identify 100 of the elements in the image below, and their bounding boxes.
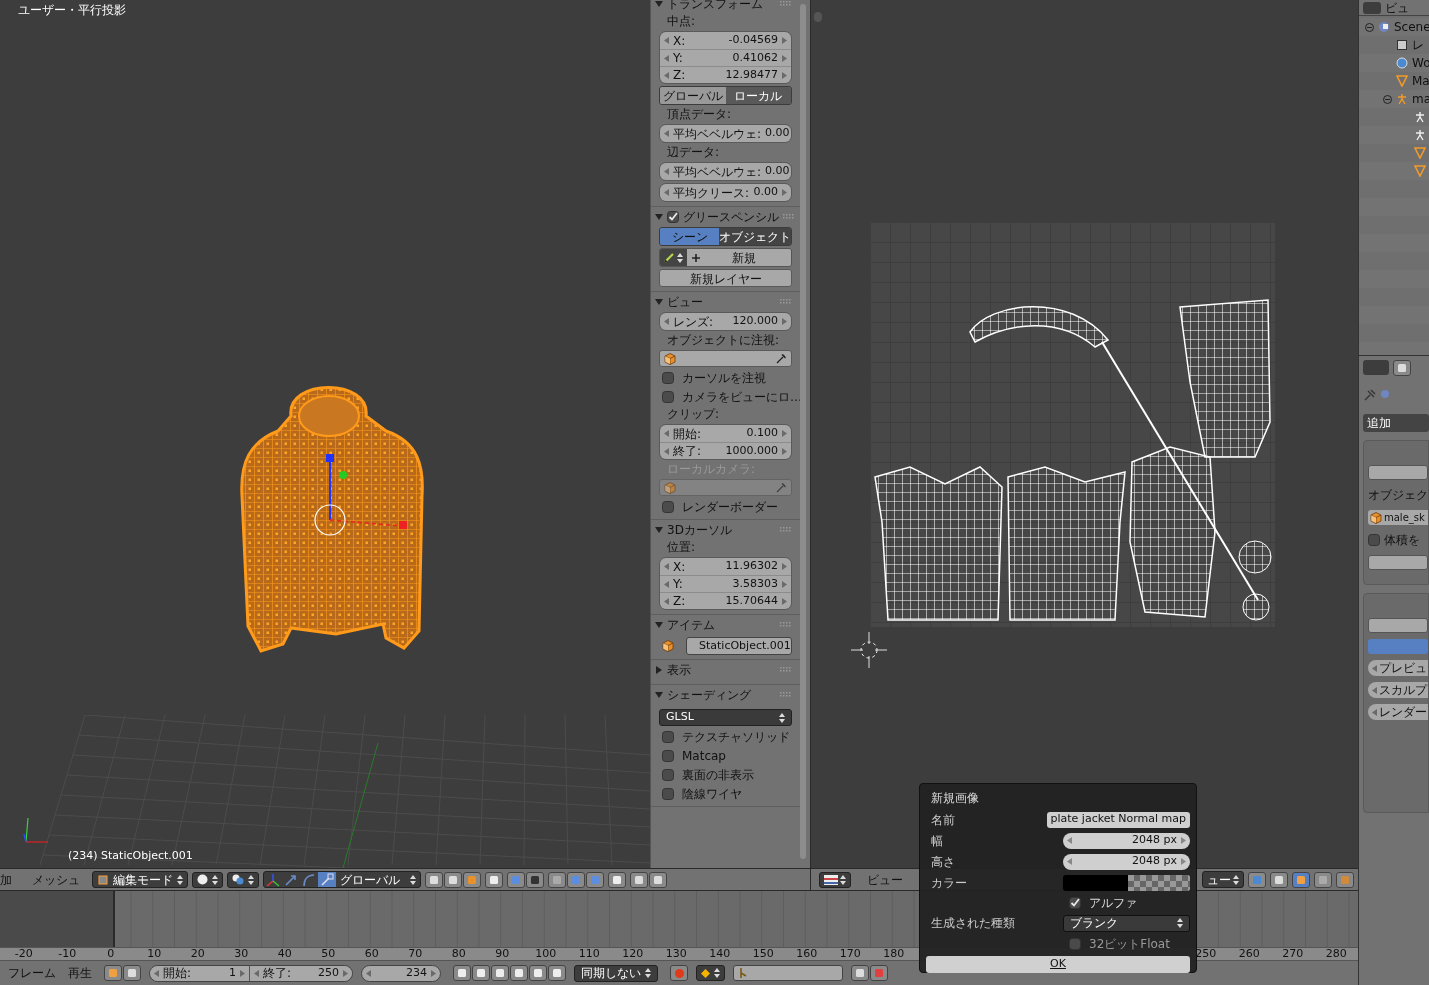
- menu-item[interactable]: フレーム: [8, 964, 60, 982]
- drag-grip-icon[interactable]: [780, 299, 792, 305]
- decrement-arrow-icon[interactable]: [1372, 708, 1377, 716]
- outliner-item[interactable]: Scene: [1394, 18, 1429, 36]
- drag-grip-icon[interactable]: [780, 527, 792, 533]
- increment-arrow-icon[interactable]: [782, 580, 787, 588]
- decrement-arrow-icon[interactable]: [1372, 686, 1377, 694]
- number-field[interactable]: 終了: 1000.000: [660, 442, 791, 459]
- menu-item[interactable]: ビュー: [859, 870, 911, 889]
- decrement-arrow-icon[interactable]: [1067, 858, 1072, 865]
- decrement-arrow-icon[interactable]: [664, 71, 669, 79]
- panel-header[interactable]: ビュー: [651, 292, 800, 312]
- number-field[interactable]: Y: 3.58303: [660, 575, 791, 592]
- number-field[interactable]: レンズ: 120.000: [660, 313, 791, 330]
- view-select[interactable]: ュー: [1202, 871, 1244, 888]
- drag-grip-icon[interactable]: [780, 1, 792, 7]
- increment-arrow-icon[interactable]: [782, 563, 787, 570]
- keying-select[interactable]: [696, 965, 725, 981]
- toggle-tab[interactable]: オブジェクト: [719, 228, 791, 245]
- decrement-arrow-icon[interactable]: [664, 430, 669, 437]
- keying-set-field[interactable]: [733, 965, 843, 981]
- vertex-group-field[interactable]: [1368, 555, 1428, 570]
- increment-arrow-icon[interactable]: [782, 447, 787, 455]
- shading-mode-select[interactable]: [192, 871, 223, 888]
- pivot-select[interactable]: [227, 871, 259, 888]
- checkbox[interactable]: [662, 371, 674, 384]
- checkbox[interactable]: [1069, 937, 1081, 950]
- decrement-arrow-icon[interactable]: [664, 54, 669, 62]
- text-field[interactable]: plate jacket Normal map: [1046, 811, 1190, 828]
- decrement-arrow-icon[interactable]: [664, 189, 669, 196]
- toggle-tab[interactable]: ローカル: [725, 87, 791, 104]
- new-layer-button[interactable]: 新規レイヤー: [659, 269, 792, 287]
- mode-select[interactable]: 編集モード: [92, 871, 188, 888]
- checkbox[interactable]: [662, 730, 674, 743]
- region-toggle-icon[interactable]: [814, 12, 822, 22]
- number-field[interactable]: 平均クリース: 0.00: [660, 184, 791, 201]
- collapse-toggle-icon[interactable]: [1383, 94, 1392, 104]
- increment-arrow-icon[interactable]: [782, 430, 787, 437]
- checkbox[interactable]: [662, 390, 674, 403]
- object-name-field[interactable]: StaticObject.001: [686, 637, 792, 655]
- collapse-toggle-icon[interactable]: [1365, 22, 1374, 32]
- number-field[interactable]: スカルプ: [1368, 682, 1428, 698]
- decrement-arrow-icon[interactable]: [664, 580, 669, 588]
- checkbox[interactable]: [662, 749, 674, 762]
- selected-toggle[interactable]: [1368, 639, 1428, 654]
- panel-header[interactable]: 3Dカーソル: [651, 520, 800, 540]
- outliner-item[interactable]: レ: [1412, 36, 1424, 54]
- drag-grip-icon[interactable]: [780, 622, 792, 628]
- menu-item[interactable]: メッシュ: [24, 870, 88, 889]
- scrollbar[interactable]: [800, 4, 806, 859]
- number-field[interactable]: 開始: 0.100: [660, 425, 791, 442]
- number-field[interactable]: 2048 px: [1063, 853, 1190, 870]
- eyedropper-icon[interactable]: [776, 353, 787, 364]
- decrement-arrow-icon[interactable]: [664, 447, 669, 455]
- menu-item[interactable]: 再生: [68, 964, 96, 982]
- sync-select[interactable]: 同期しない: [574, 964, 658, 982]
- increment-arrow-icon[interactable]: [782, 54, 787, 62]
- outliner-item[interactable]: Ma: [1412, 72, 1429, 90]
- shading-select[interactable]: GLSL: [659, 709, 792, 726]
- apply-button[interactable]: [1368, 465, 1428, 480]
- increment-arrow-icon[interactable]: [782, 318, 787, 325]
- increment-arrow-icon[interactable]: [1181, 858, 1186, 865]
- menu-item[interactable]: 加: [0, 870, 20, 889]
- decrement-arrow-icon[interactable]: [366, 969, 371, 977]
- number-field[interactable]: Y: 0.41062: [660, 49, 791, 66]
- object-field[interactable]: male_sk: [1368, 510, 1428, 525]
- number-field[interactable]: 2048 px: [1063, 832, 1190, 849]
- toggle-tab[interactable]: シーン: [660, 228, 719, 245]
- object-picker-field[interactable]: [659, 350, 792, 367]
- uv-editor[interactable]: [810, 0, 1358, 868]
- checkbox[interactable]: [1368, 534, 1380, 546]
- number-field[interactable]: Z: 15.70644: [660, 592, 791, 609]
- increment-arrow-icon[interactable]: [782, 71, 787, 79]
- decrement-arrow-icon[interactable]: [664, 168, 669, 175]
- drag-grip-icon[interactable]: [780, 692, 792, 698]
- number-field[interactable]: 平均ベベルウェ: 0.00: [660, 163, 791, 180]
- decrement-arrow-icon[interactable]: [1067, 837, 1072, 844]
- number-field[interactable]: X: -0.04569: [660, 32, 791, 49]
- color-swatch[interactable]: [1063, 874, 1190, 891]
- decrement-arrow-icon[interactable]: [664, 597, 669, 605]
- current-frame-field[interactable]: 234: [361, 964, 441, 982]
- panel-header[interactable]: 表示: [651, 660, 800, 680]
- number-field[interactable]: X: 11.96302: [660, 558, 791, 575]
- drag-grip-icon[interactable]: [783, 214, 795, 220]
- generated-type-select[interactable]: ブランク: [1063, 914, 1190, 932]
- checkbox[interactable]: [1069, 896, 1081, 909]
- number-field[interactable]: レンダー: [1368, 704, 1428, 720]
- 3d-viewport[interactable]: ユーザー・平行投影 (234) StaticObject.001: [0, 0, 650, 868]
- decrement-arrow-icon[interactable]: [664, 563, 669, 570]
- decrement-arrow-icon[interactable]: [1372, 664, 1377, 672]
- outliner-item[interactable]: Wo: [1412, 54, 1429, 72]
- checkbox[interactable]: [667, 211, 679, 223]
- decrement-arrow-icon[interactable]: [664, 37, 669, 44]
- panel-header[interactable]: シェーディング: [651, 685, 800, 705]
- checkbox[interactable]: [662, 500, 674, 513]
- ok-button[interactable]: OK: [926, 956, 1190, 973]
- increment-arrow-icon[interactable]: [431, 969, 436, 977]
- panel-header[interactable]: アイテム: [651, 615, 800, 635]
- panel-header[interactable]: グリースペンシル: [651, 207, 800, 227]
- apply-button[interactable]: [1368, 618, 1428, 633]
